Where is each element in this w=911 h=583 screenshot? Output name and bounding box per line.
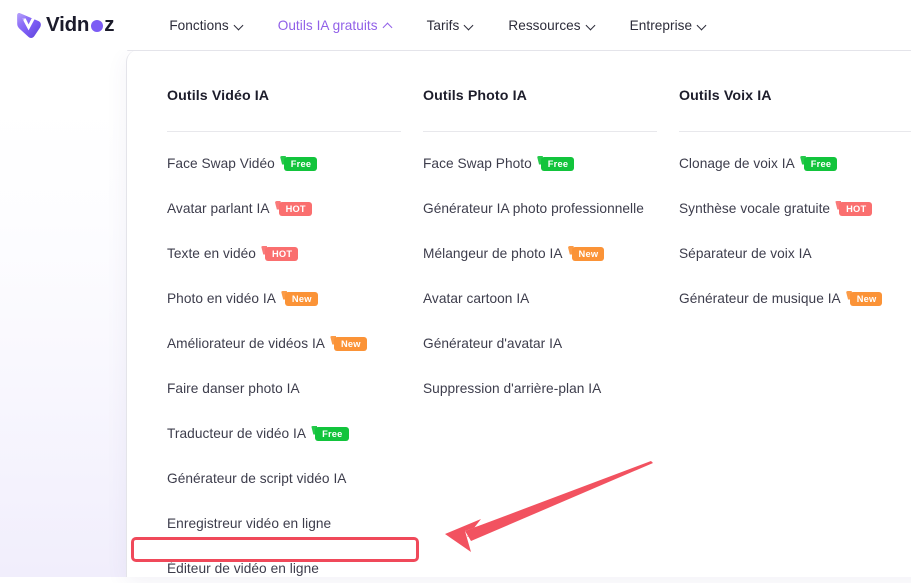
badge-free: Free [803,157,838,171]
nav-item-label: Tarifs [426,17,460,33]
badge-hot: HOT [278,202,312,216]
badge-new: New [849,292,883,306]
top-navigation-bar: Vidn z Fonctions Outils IA gratuits Tarif… [0,0,911,50]
menu-item[interactable]: Face Swap Photo Free [423,150,679,178]
badge-free: Free [315,427,349,441]
column-divider [167,131,401,132]
column-item-list: Clonage de voix IA Free Synthèse vocale gr… [679,150,911,313]
mega-dropdown-panel: Outils Vidéo IA Face Swap Vidéo Free Avatar… [126,50,911,577]
menu-item[interactable]: Suppression d'arrière-plan IA [423,375,679,403]
nav-item-entreprise[interactable]: Entreprise [613,0,724,50]
menu-item[interactable]: Enregistreur vidéo en ligne [167,510,423,538]
menu-item-label: Suppression d'arrière-plan IA [423,381,602,396]
badge-hot: HOT [264,247,299,261]
nav-item-fonctions[interactable]: Fonctions [152,0,260,50]
column-item-list: Face Swap Photo Free Générateur IA photo p… [423,150,679,403]
menu-item-label: Faire danser photo IA [167,381,300,396]
nav-item-ressources[interactable]: Ressources [491,0,612,50]
menu-item[interactable]: Face Swap Vidéo Free [167,150,423,178]
menu-item[interactable]: Faire danser photo IA [167,375,423,403]
menu-item-label: Synthèse vocale gratuite [679,201,831,216]
logo-o-dot [90,20,103,32]
vidnoz-logo[interactable]: Vidn z [14,8,115,42]
menu-item-label: Générateur de script vidéo IA [167,471,347,486]
menu-item-label: Clonage de voix IA [679,156,795,171]
menu-item-label: Améliorateur de vidéos IA [167,336,325,351]
menu-item[interactable]: Avatar cartoon IA [423,285,679,313]
menu-item[interactable]: Générateur d'avatar IA [423,330,679,358]
badge-hot: HOT [839,202,873,216]
dropdown-column-3: Outils Voix IA Clonage de voix IA Free Synt… [679,50,911,577]
logo-text-part1: Vidn [46,12,90,36]
nav-item-label: Ressources [508,17,581,33]
dropdown-columns: Outils Vidéo IA Face Swap Vidéo Free Avatar… [167,50,911,577]
menu-item[interactable]: Éditeur de vidéo en ligne [167,555,423,583]
badge-new: New [571,247,605,261]
chevron-down-icon [465,21,474,30]
menu-item[interactable]: Générateur de script vidéo IA [167,465,423,493]
menu-item[interactable]: Synthèse vocale gratuite HOT [679,195,911,223]
column-title: Outils Vidéo IA [167,88,270,104]
menu-item-label: Face Swap Photo [423,156,532,171]
menu-item-label: Avatar parlant IA [167,201,270,216]
menu-item-label: Photo en vidéo IA [167,291,276,306]
chevron-down-icon [235,21,244,30]
badge-free: Free [283,157,318,171]
menu-item-label: Face Swap Vidéo [167,156,275,171]
badge-new: New [333,337,367,351]
column-divider [423,131,657,132]
vidnoz-v-logo-icon [14,11,43,40]
menu-item-label: Séparateur de voix IA [679,246,812,261]
badge-new: New [284,292,318,306]
logo-text-part2: z [104,12,115,36]
nav-item-label: Entreprise [629,17,693,33]
menu-item-label: Traducteur de vidéo IA [167,426,307,441]
menu-item[interactable]: Mélangeur de photo IA New [423,240,679,268]
menu-item-label: Générateur d'avatar IA [423,336,563,351]
chevron-up-icon [384,21,393,30]
menu-item-label: Mélangeur de photo IA [423,246,563,261]
dropdown-column-2: Outils Photo IA Face Swap Photo Free Généra… [423,50,679,577]
vidnoz-logo-text: Vidn z [46,12,115,36]
nav-item-tarifs[interactable]: Tarifs [410,0,492,50]
menu-item-label: Avatar cartoon IA [423,291,530,306]
menu-item[interactable]: Améliorateur de vidéos IA New [167,330,423,358]
nav-items: Fonctions Outils IA gratuits Tarifs Ress… [152,0,724,50]
nav-item-label: Fonctions [169,17,229,33]
menu-item-label: Éditeur de vidéo en ligne [167,561,319,576]
menu-item[interactable]: Clonage de voix IA Free [679,150,911,178]
menu-item[interactable]: Séparateur de voix IA [679,240,911,268]
chevron-down-icon [698,21,707,30]
chevron-down-icon [587,21,596,30]
menu-item[interactable]: Traducteur de vidéo IA Free [167,420,423,448]
menu-item-label: Texte en vidéo [167,246,256,261]
menu-item-label: Générateur de musique IA [679,291,841,306]
dropdown-column-1: Outils Vidéo IA Face Swap Vidéo Free Avatar… [167,50,423,577]
nav-item-label: Outils IA gratuits [277,17,378,33]
menu-item[interactable]: Avatar parlant IA HOT [167,195,423,223]
column-title: Outils Photo IA [423,88,527,104]
badge-free: Free [540,157,575,171]
nav-item-outils-ia-gratuits[interactable]: Outils IA gratuits [261,0,410,50]
column-title: Outils Voix IA [679,88,772,104]
menu-item[interactable]: Photo en vidéo IA New [167,285,423,313]
menu-item[interactable]: Générateur IA photo professionnelle [423,195,679,223]
menu-item[interactable]: Générateur de musique IA New [679,285,911,313]
column-divider [679,131,911,132]
menu-item-label: Générateur IA photo professionnelle [423,201,644,216]
menu-item[interactable]: Texte en vidéo HOT [167,240,423,268]
menu-item-label: Enregistreur vidéo en ligne [167,516,332,531]
column-item-list: Face Swap Vidéo Free Avatar parlant IA HOT T… [167,150,423,583]
